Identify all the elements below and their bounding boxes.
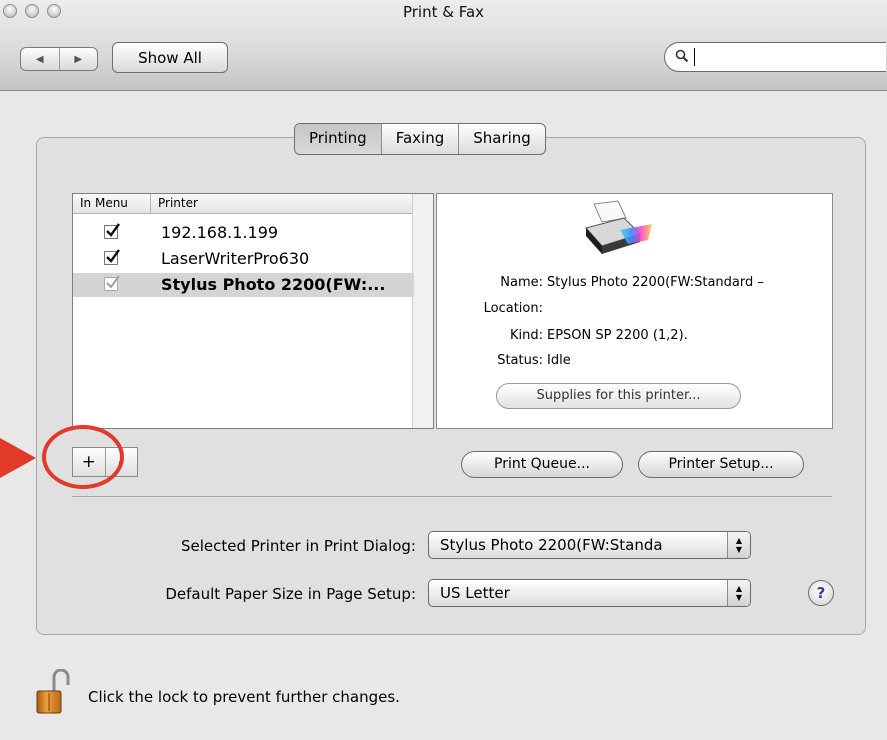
column-header-in-menu[interactable]: In Menu (73, 194, 151, 213)
paper-size-label: Default Paper Size in Page Setup: (165, 585, 416, 603)
print-queue-button[interactable]: Print Queue... (461, 451, 623, 478)
printer-row-selected[interactable]: Stylus Photo 2200(FW:... (73, 273, 414, 297)
back-arrow-icon[interactable]: ◀ (21, 48, 60, 70)
search-icon (675, 49, 689, 63)
printer-setup-button[interactable]: Printer Setup... (638, 451, 804, 478)
in-menu-checkbox[interactable] (104, 249, 120, 265)
printer-info-pane: Name: Stylus Photo 2200(FW:Standard – Lo… (436, 193, 833, 429)
arrow-icon (0, 438, 36, 478)
printer-icon (585, 200, 652, 254)
lock-icon[interactable] (36, 669, 72, 715)
printer-name: Stylus Photo 2200(FW:... (161, 275, 386, 294)
printer-row[interactable]: LaserWriterPro630 (73, 247, 414, 271)
printer-list[interactable]: In Menu Printer 192.168.1.199 LaserWrite… (72, 193, 434, 429)
back-forward-control[interactable]: ◀ ▶ (20, 47, 98, 71)
location-label: Location: (483, 301, 543, 316)
search-caret (694, 48, 695, 66)
printer-name: LaserWriterPro630 (161, 249, 310, 268)
tab-faxing[interactable]: Faxing (380, 124, 459, 154)
kind-label: Kind: (509, 328, 543, 343)
printer-list-header: In Menu Printer (73, 194, 433, 214)
in-menu-checkbox[interactable] (104, 223, 120, 239)
status-value: Idle (547, 353, 571, 368)
selected-printer-value: Stylus Photo 2200(FW:Standa (440, 536, 663, 554)
window-title: Print & Fax (402, 3, 485, 21)
popup-arrows-icon: ▲ ▼ (727, 532, 750, 558)
in-menu-checkbox[interactable] (104, 275, 120, 291)
forward-arrow-icon[interactable]: ▶ (60, 48, 98, 70)
printer-row[interactable]: 192.168.1.199 (73, 221, 414, 245)
paper-size-popup[interactable]: US Letter ▲ ▼ (428, 579, 751, 607)
column-header-printer[interactable]: Printer (151, 194, 414, 213)
help-icon[interactable]: ? (808, 580, 834, 606)
search-field[interactable] (664, 42, 886, 72)
tab-printing[interactable]: Printing (295, 124, 381, 154)
window-toolbar: Print & Fax ◀ ▶ Show All (0, 0, 887, 91)
checkmark-icon (106, 249, 120, 263)
kind-value: EPSON SP 2200 (1,2). (547, 328, 688, 343)
paper-size-value: US Letter (440, 584, 510, 602)
selected-printer-label: Selected Printer in Print Dialog: (180, 537, 416, 555)
annotation-circle (42, 425, 124, 489)
popup-arrows-icon: ▲ ▼ (727, 580, 750, 606)
checkmark-icon (106, 275, 120, 289)
printer-name: 192.168.1.199 (161, 223, 279, 242)
tab-sharing[interactable]: Sharing (458, 124, 545, 154)
tab-bar: Printing Faxing Sharing (294, 123, 546, 155)
status-label: Status: (497, 353, 543, 368)
selected-printer-popup[interactable]: Stylus Photo 2200(FW:Standa ▲ ▼ (428, 531, 751, 559)
separator (72, 496, 832, 497)
supplies-button[interactable]: Supplies for this printer... (496, 383, 741, 409)
show-all-button[interactable]: Show All (112, 42, 228, 73)
name-value: Stylus Photo 2200(FW:Standard – (547, 275, 764, 290)
name-label: Name: (500, 275, 543, 290)
printer-list-scrollbar[interactable] (412, 194, 433, 428)
checkmark-icon (106, 223, 120, 237)
lock-message: Click the lock to prevent further change… (88, 688, 400, 706)
